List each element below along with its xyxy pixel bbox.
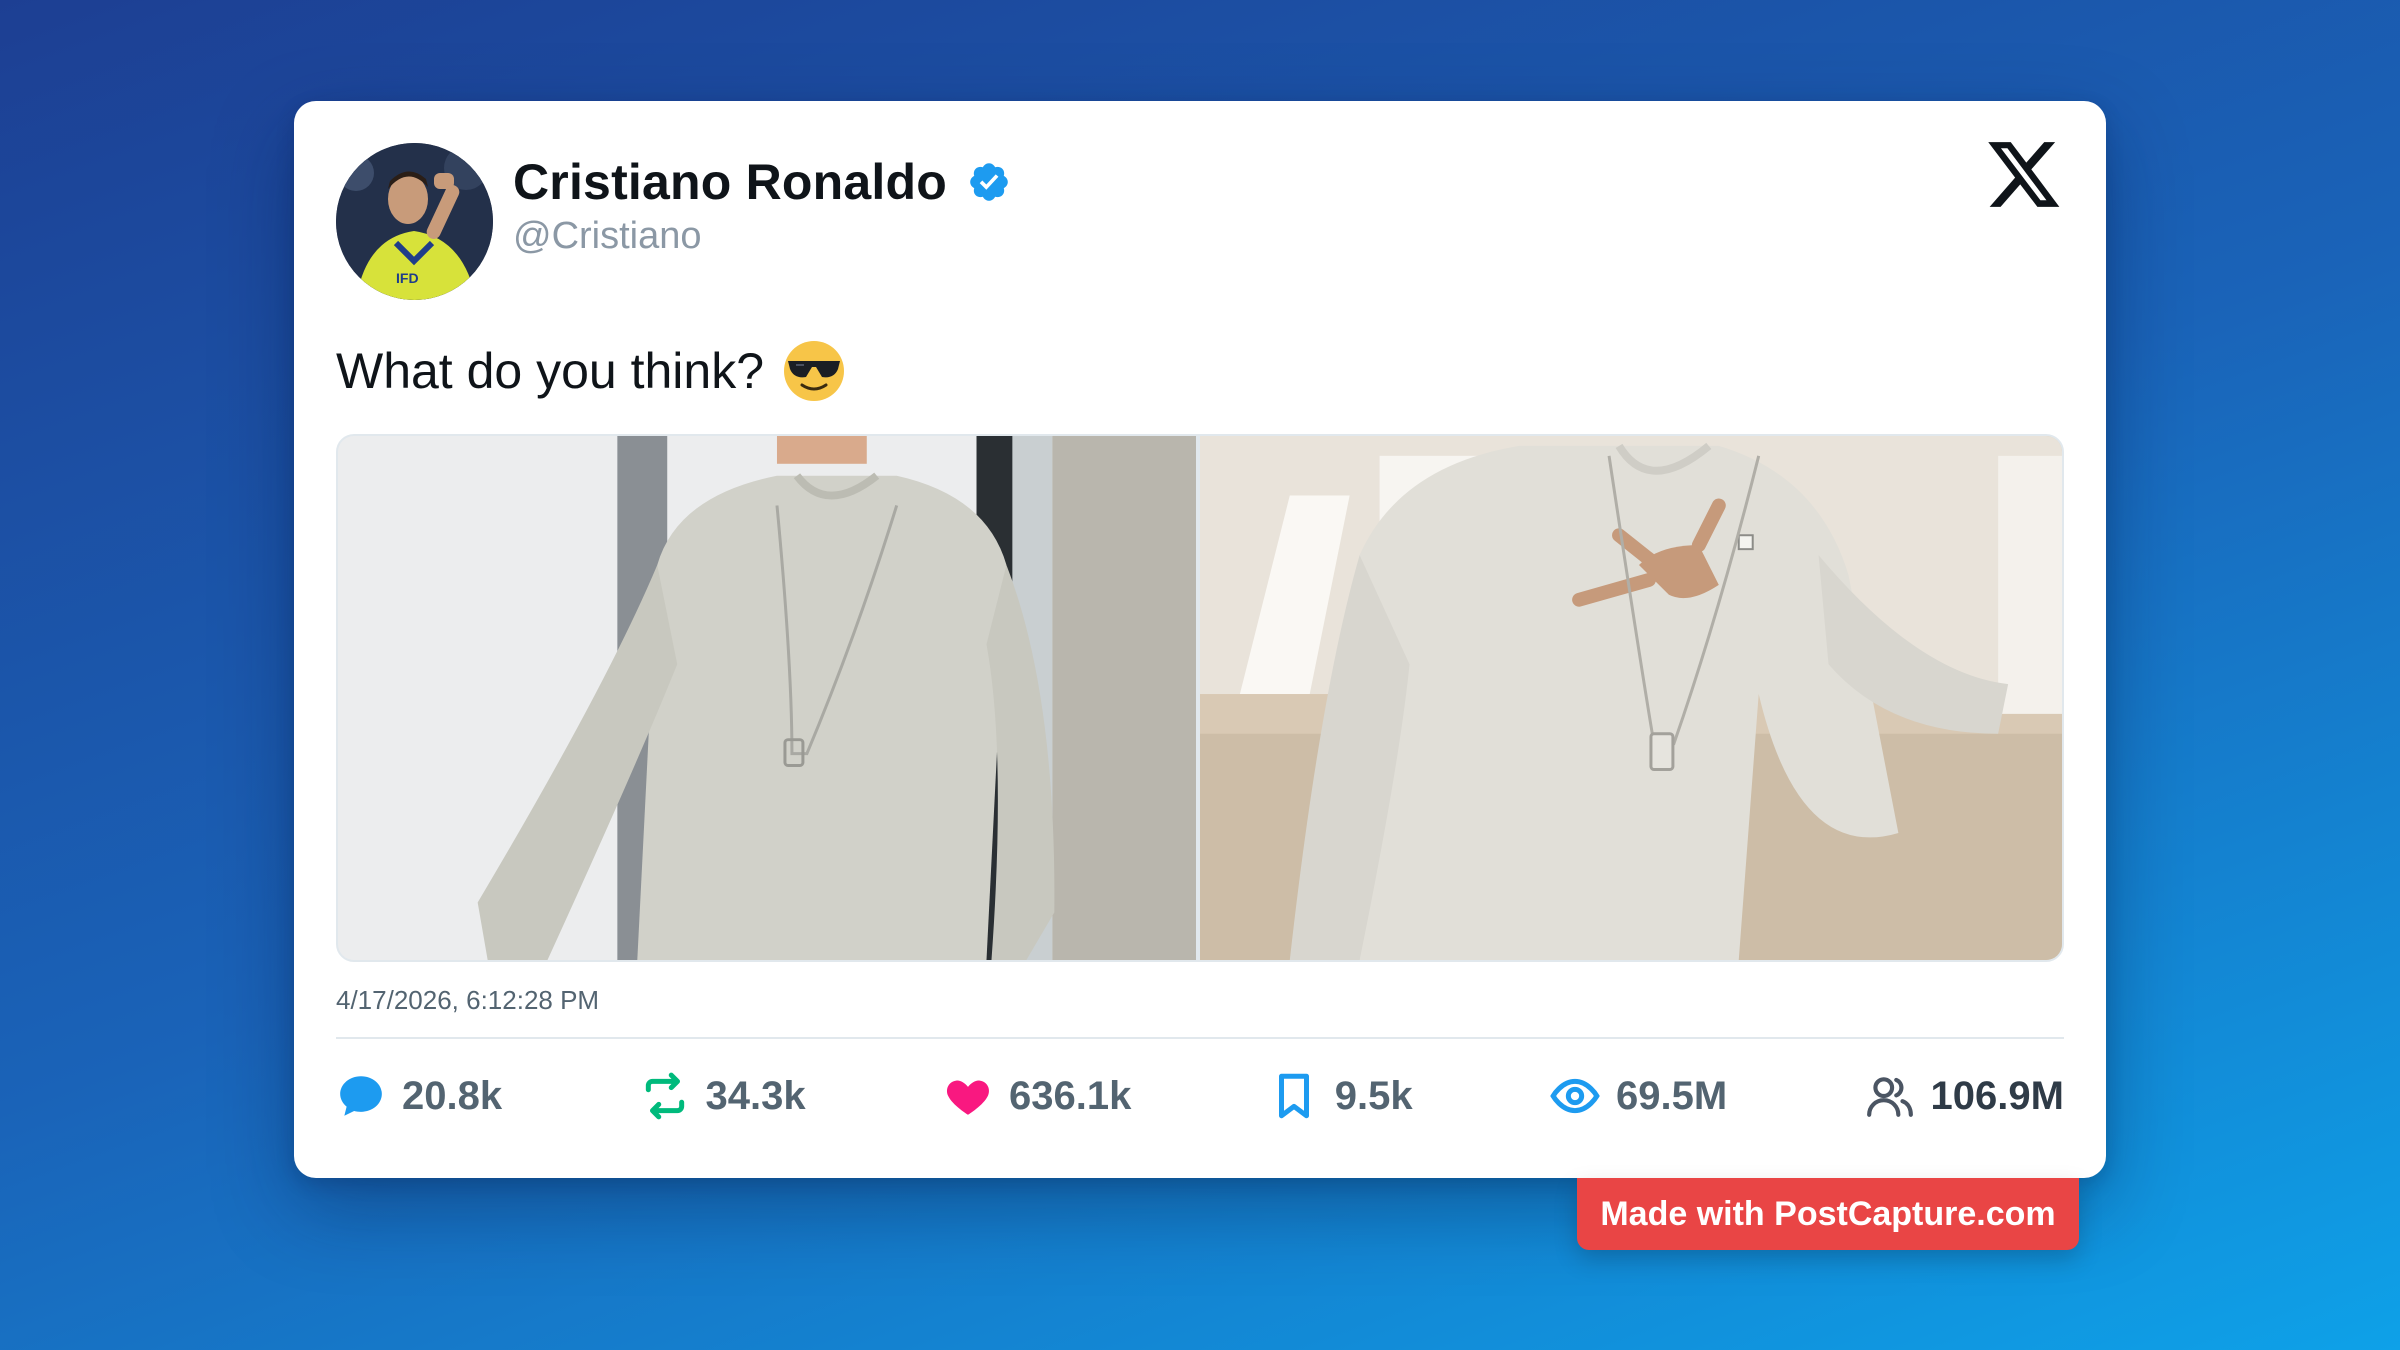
- post-image-2[interactable]: [1200, 436, 2062, 960]
- repost-count: 34.3k: [705, 1073, 806, 1118]
- watermark-badge[interactable]: Made with PostCapture.com: [1577, 1178, 2079, 1250]
- smiling-face-with-sunglasses-icon: [784, 341, 845, 401]
- like-stat[interactable]: 636.1k: [943, 1071, 1131, 1121]
- followers-count: 106.9M: [1930, 1073, 2064, 1118]
- svg-text:IFD: IFD: [396, 270, 419, 286]
- views-count: 69.5M: [1615, 1073, 1728, 1118]
- repost-stat[interactable]: 34.3k: [640, 1071, 806, 1121]
- stats-divider: [336, 1037, 2064, 1039]
- reply-bubble-icon: [340, 1076, 382, 1116]
- eye-icon: [1550, 1078, 1600, 1114]
- reply-stat[interactable]: 20.8k: [336, 1071, 502, 1121]
- photo-left: [338, 436, 1196, 960]
- like-count: 636.1k: [1009, 1073, 1132, 1118]
- author-name[interactable]: Cristiano Ronaldo: [513, 153, 947, 211]
- post-text-row: What do you think?: [336, 339, 846, 403]
- photo-right: [1200, 436, 2062, 960]
- bookmark-stat[interactable]: 9.5k: [1269, 1071, 1413, 1121]
- post-image-1[interactable]: [338, 436, 1196, 960]
- avatar-image: IFD: [336, 143, 493, 300]
- bookmark-icon: [1278, 1073, 1309, 1119]
- reply-count: 20.8k: [402, 1073, 503, 1118]
- views-stat[interactable]: 69.5M: [1550, 1071, 1727, 1121]
- followers-icon: [1866, 1077, 1913, 1117]
- stats-bar: 20.8k 34.3k 636.1k 9.5k 69.5M 106.9M: [336, 1061, 2064, 1131]
- post-card: IFD Cristiano Ronaldo @Cristiano What do…: [294, 101, 2106, 1178]
- author-row: Cristiano Ronaldo: [513, 153, 1011, 211]
- post-timestamp[interactable]: 4/17/2026, 6:12:28 PM: [336, 985, 599, 1016]
- x-logo-icon[interactable]: [1988, 141, 2062, 211]
- post-text: What do you think?: [336, 343, 765, 399]
- verified-badge-icon: [970, 163, 1008, 201]
- media-gallery: [336, 434, 2064, 962]
- bookmark-count: 9.5k: [1334, 1073, 1413, 1118]
- repost-icon: [645, 1072, 684, 1120]
- heart-icon: [947, 1080, 989, 1115]
- author-handle[interactable]: @Cristiano: [513, 215, 702, 258]
- avatar[interactable]: IFD: [336, 143, 493, 300]
- followers-stat[interactable]: 106.9M: [1865, 1071, 2064, 1121]
